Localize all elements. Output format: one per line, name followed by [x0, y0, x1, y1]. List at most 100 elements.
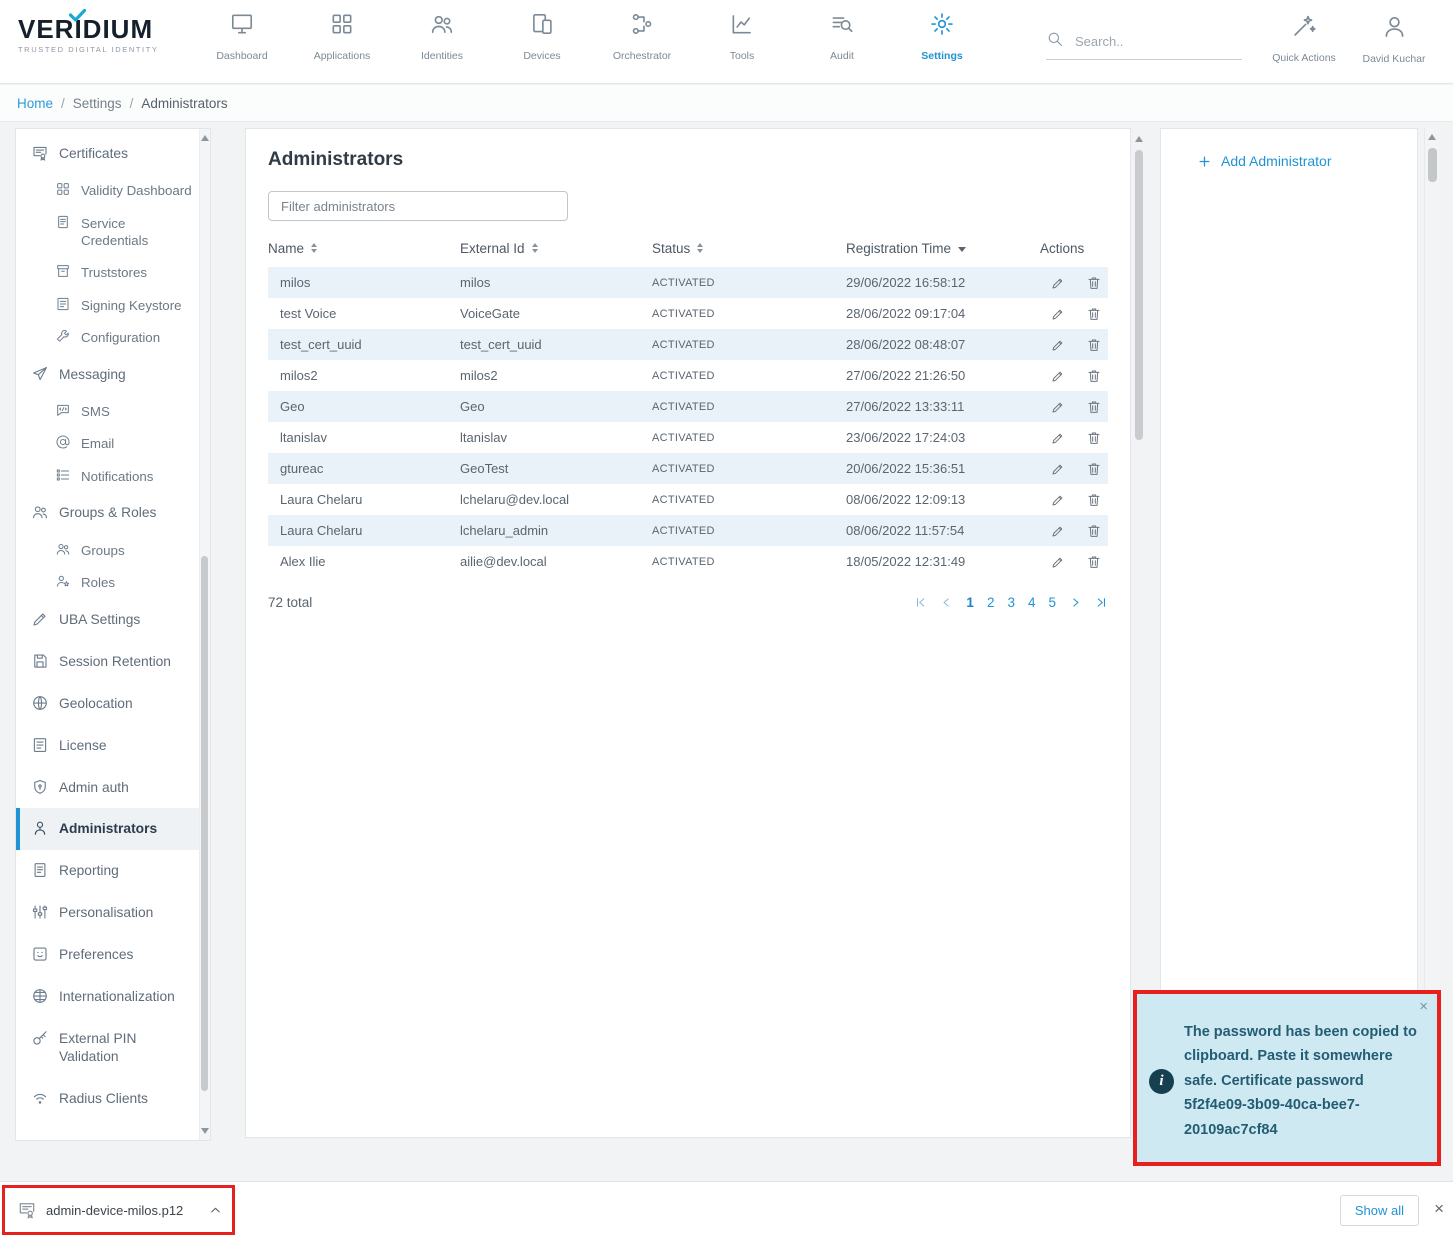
sidebar-item-geolocation[interactable]: Geolocation	[16, 683, 210, 725]
page-1[interactable]: 1	[966, 595, 974, 610]
table-row[interactable]: milosmilosACTIVATED29/06/2022 16:58:12	[268, 267, 1108, 298]
search-input[interactable]	[1073, 33, 1223, 50]
search-icon[interactable]	[1046, 30, 1064, 53]
sidebar-item-signing-keystore[interactable]: Signing Keystore	[16, 289, 210, 321]
filter-administrators-input[interactable]	[268, 191, 568, 221]
page-3[interactable]: 3	[1007, 595, 1015, 610]
edit-button[interactable]	[1050, 461, 1066, 477]
sidebar-item-groups-roles[interactable]: Groups & Roles	[16, 492, 210, 534]
nav-item-dashboard[interactable]: Dashboard	[192, 11, 292, 62]
table-row[interactable]: test VoiceVoiceGateACTIVATED28/06/2022 0…	[268, 298, 1108, 329]
sidebar-item-roles[interactable]: Roles	[16, 567, 210, 599]
delete-button[interactable]	[1086, 306, 1102, 322]
page-4[interactable]: 4	[1028, 595, 1036, 610]
sidebar-item-administrators[interactable]: Administrators	[16, 808, 210, 850]
edit-button[interactable]	[1050, 306, 1066, 322]
sidebar-item-uba-settings[interactable]: UBA Settings	[16, 599, 210, 641]
edit-button[interactable]	[1050, 523, 1066, 539]
delete-button[interactable]	[1086, 275, 1102, 291]
sidebar-item-notifications[interactable]: Notifications	[16, 460, 210, 492]
nav-item-identities[interactable]: Identities	[392, 11, 492, 62]
sidebar-item-validity-dashboard[interactable]: Validity Dashboard	[16, 175, 210, 207]
delete-button[interactable]	[1086, 523, 1102, 539]
table-row[interactable]: test_cert_uuidtest_cert_uuidACTIVATED28/…	[268, 329, 1108, 360]
page-5[interactable]: 5	[1048, 595, 1056, 610]
sidebar-item-groups[interactable]: Groups	[16, 534, 210, 566]
edit-button[interactable]	[1050, 430, 1066, 446]
delete-button[interactable]	[1086, 337, 1102, 353]
download-bar-close-icon[interactable]: ×	[1434, 1200, 1444, 1217]
edit-button[interactable]	[1050, 368, 1066, 384]
nav-item-audit[interactable]: Audit	[792, 11, 892, 62]
sidebar-item-messaging[interactable]: Messaging	[16, 354, 210, 396]
sidebar-item-personalisation[interactable]: Personalisation	[16, 892, 210, 934]
veridium-logo[interactable]: VERIDIUM TRUSTED DIGITAL IDENTITY	[18, 16, 159, 54]
breadcrumb-settings[interactable]: Settings	[73, 96, 122, 111]
sidebar-scrollbar[interactable]	[199, 129, 210, 1140]
delete-button[interactable]	[1086, 399, 1102, 415]
content-scrollbar[interactable]	[1133, 128, 1145, 1138]
table-row[interactable]: gtureacGeoTestACTIVATED20/06/2022 15:36:…	[268, 453, 1108, 484]
sidebar-item-sms[interactable]: SMS	[16, 396, 210, 428]
edit-button[interactable]	[1050, 554, 1066, 570]
table-row[interactable]: Laura Chelarulchelaru@dev.localACTIVATED…	[268, 484, 1108, 515]
nav-item-applications[interactable]: Applications	[292, 11, 392, 62]
sidebar-item-admin-auth[interactable]: Admin auth	[16, 767, 210, 809]
scrollbar-up-arrow[interactable]	[1135, 136, 1143, 142]
sidebar-item-email[interactable]: Email	[16, 428, 210, 460]
table-row[interactable]: ltanislavltanislavACTIVATED23/06/2022 17…	[268, 422, 1108, 453]
delete-button[interactable]	[1086, 461, 1102, 477]
sidebar-item-reporting[interactable]: Reporting	[16, 850, 210, 892]
add-administrator-button[interactable]: Add Administrator	[1197, 153, 1417, 169]
delete-button[interactable]	[1086, 368, 1102, 384]
sidebar-item-external-pin-validation[interactable]: External PIN Validation	[16, 1018, 210, 1078]
table-row[interactable]: milos2milos2ACTIVATED27/06/2022 21:26:50	[268, 360, 1108, 391]
scrollbar-thumb[interactable]	[1135, 150, 1143, 440]
toast-close-icon[interactable]: ×	[1419, 999, 1428, 1014]
last-page-button[interactable]	[1095, 596, 1108, 609]
sidebar-item-session-retention[interactable]: Session Retention	[16, 641, 210, 683]
scrollbar-thumb[interactable]	[1428, 148, 1437, 182]
user-menu[interactable]: David Kuchar	[1352, 13, 1436, 65]
chevron-up-icon[interactable]	[209, 1204, 222, 1217]
scrollbar-up-arrow[interactable]	[1428, 134, 1436, 140]
nav-item-tools[interactable]: Tools	[692, 11, 792, 62]
column-header-external-id[interactable]: External Id	[460, 241, 652, 256]
download-item[interactable]: admin-device-milos.p12	[2, 1185, 235, 1235]
scrollbar-up-arrow[interactable]	[201, 135, 209, 141]
column-header-status[interactable]: Status	[652, 241, 846, 256]
sidebar-item-radius-clients[interactable]: Radius Clients	[16, 1078, 210, 1120]
delete-button[interactable]	[1086, 492, 1102, 508]
page-scrollbar[interactable]	[1424, 128, 1439, 1138]
column-header-name[interactable]: Name	[268, 241, 460, 256]
sidebar-item-license[interactable]: License	[16, 725, 210, 767]
show-all-button[interactable]: Show all	[1340, 1195, 1419, 1226]
sidebar-item-configuration[interactable]: Configuration	[16, 321, 210, 353]
next-page-button[interactable]	[1069, 596, 1082, 609]
first-page-button[interactable]	[914, 596, 927, 609]
sidebar-item-service-credentials[interactable]: Service Credentials	[16, 207, 210, 257]
scrollbar-thumb[interactable]	[201, 556, 208, 1091]
sidebar-item-truststores[interactable]: Truststores	[16, 257, 210, 289]
nav-item-orchestrator[interactable]: Orchestrator	[592, 11, 692, 62]
delete-button[interactable]	[1086, 430, 1102, 446]
edit-button[interactable]	[1050, 399, 1066, 415]
column-header-registration-time[interactable]: Registration Time	[846, 241, 1040, 256]
delete-button[interactable]	[1086, 554, 1102, 570]
nav-item-settings[interactable]: Settings	[892, 11, 992, 62]
quick-actions-button[interactable]: Quick Actions	[1266, 13, 1342, 64]
sidebar-item-certificates[interactable]: Certificates	[16, 133, 210, 175]
scrollbar-down-arrow[interactable]	[201, 1128, 209, 1134]
edit-button[interactable]	[1050, 275, 1066, 291]
table-row[interactable]: GeoGeoACTIVATED27/06/2022 13:33:11	[268, 391, 1108, 422]
table-row[interactable]: Alex Ilieailie@dev.localACTIVATED18/05/2…	[268, 546, 1108, 577]
breadcrumb-home[interactable]: Home	[17, 96, 53, 111]
sidebar-item-internationalization[interactable]: Internationalization	[16, 976, 210, 1018]
nav-item-devices[interactable]: Devices	[492, 11, 592, 62]
table-row[interactable]: Laura Chelarulchelaru_adminACTIVATED08/0…	[268, 515, 1108, 546]
previous-page-button[interactable]	[940, 596, 953, 609]
edit-button[interactable]	[1050, 337, 1066, 353]
sidebar-item-preferences[interactable]: Preferences	[16, 934, 210, 976]
edit-button[interactable]	[1050, 492, 1066, 508]
page-2[interactable]: 2	[987, 595, 995, 610]
